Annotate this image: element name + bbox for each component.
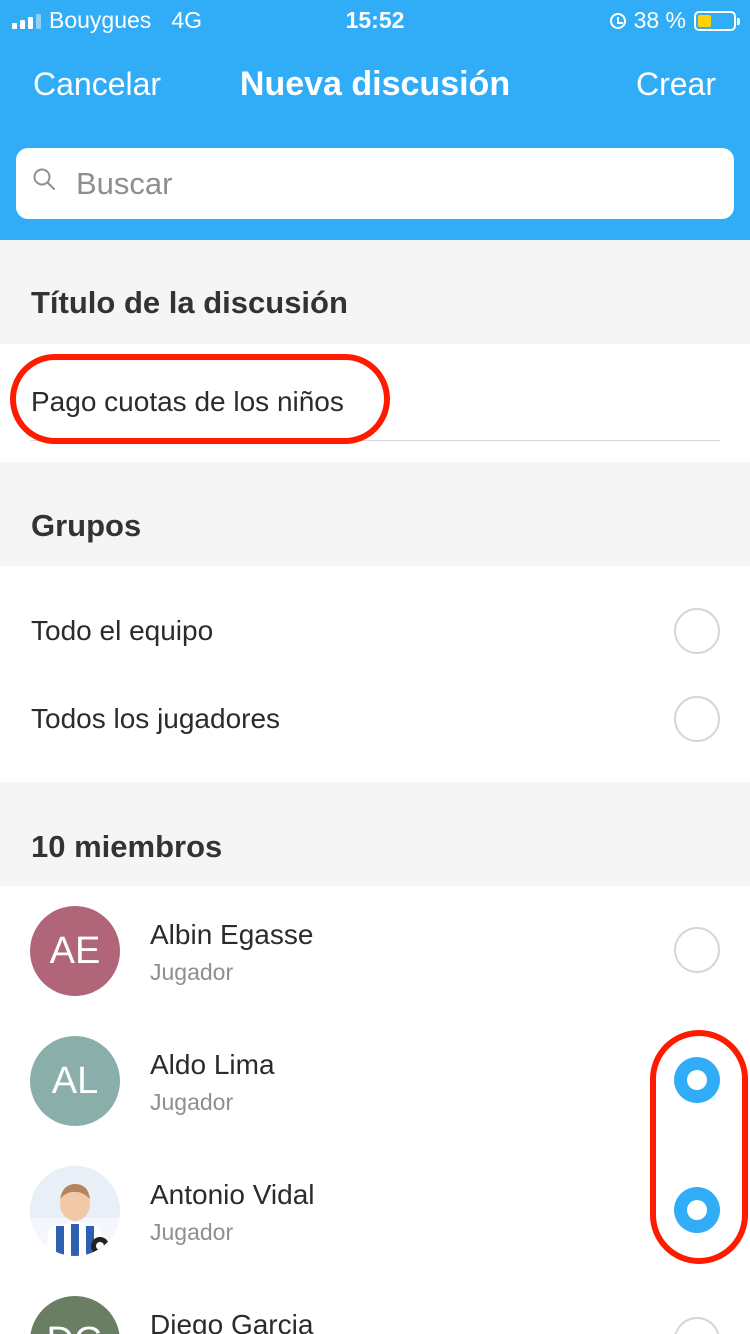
group-row[interactable]: Todo el equipo bbox=[0, 566, 750, 654]
group-label: Todos los jugadores bbox=[31, 703, 281, 734]
member-name: Antonio Vidal bbox=[150, 1179, 315, 1210]
avatar-initials: DG bbox=[47, 1320, 104, 1334]
section-label-title: Título de la discusión bbox=[31, 285, 348, 320]
member-name: Albin Egasse bbox=[150, 919, 314, 950]
section-header-title: Título de la discusión bbox=[0, 240, 750, 344]
cancel-button[interactable]: Cancelar bbox=[33, 66, 161, 103]
discussion-title-field[interactable]: Pago cuotas de los niños bbox=[31, 386, 344, 418]
member-radio-button[interactable] bbox=[674, 927, 720, 973]
title-field-underline bbox=[31, 440, 720, 441]
member-row[interactable]: Antonio Vidal Jugador bbox=[0, 1146, 750, 1276]
status-right: 38 % bbox=[609, 7, 740, 34]
avatar: AE bbox=[30, 906, 120, 996]
group-radio-button[interactable] bbox=[674, 696, 720, 742]
group-row[interactable]: Todos los jugadores bbox=[0, 654, 750, 742]
avatar: AL bbox=[30, 1036, 120, 1126]
battery-percent: 38 % bbox=[633, 7, 686, 33]
avatar bbox=[30, 1166, 120, 1256]
alarm-icon bbox=[609, 12, 626, 29]
member-name: Aldo Lima bbox=[150, 1049, 275, 1080]
member-row[interactable]: AL Aldo Lima Jugador bbox=[0, 1016, 750, 1146]
section-label-members: 10 miembros bbox=[31, 829, 223, 864]
member-name: Diego Garcia bbox=[150, 1309, 314, 1334]
section-header-members: 10 miembros bbox=[0, 782, 750, 886]
navigation-bar: Cancelar Nueva discusión Crear bbox=[0, 48, 750, 120]
section-header-groups: Grupos bbox=[0, 462, 750, 566]
member-radio-button[interactable] bbox=[674, 1187, 720, 1233]
avatar-photo bbox=[30, 1166, 120, 1256]
battery-level bbox=[698, 14, 711, 27]
avatar-initials: AL bbox=[51, 1059, 99, 1102]
avatar-initials: AE bbox=[49, 929, 101, 972]
status-bar: Bouygues 4G 15:52 38 % bbox=[0, 0, 750, 40]
member-row[interactable]: AE Albin Egasse Jugador bbox=[0, 886, 750, 1016]
create-button[interactable]: Crear bbox=[636, 66, 716, 103]
member-radio-button[interactable] bbox=[674, 1057, 720, 1103]
section-label-groups: Grupos bbox=[31, 508, 142, 543]
group-radio-button[interactable] bbox=[674, 608, 720, 654]
avatar: DG bbox=[30, 1296, 120, 1334]
member-radio-button[interactable] bbox=[674, 1317, 720, 1334]
header-bar: Bouygues 4G 15:52 38 % Cancelar Nueva di… bbox=[0, 0, 750, 240]
search-bar[interactable] bbox=[16, 148, 734, 219]
battery-icon bbox=[694, 10, 740, 31]
member-role: Jugador bbox=[150, 1089, 234, 1115]
member-role: Jugador bbox=[150, 1219, 234, 1245]
member-row[interactable]: DG Diego Garcia bbox=[0, 1276, 750, 1334]
group-label: Todo el equipo bbox=[31, 615, 214, 646]
search-input[interactable] bbox=[76, 148, 716, 219]
search-icon bbox=[33, 168, 55, 190]
member-role: Jugador bbox=[150, 959, 234, 985]
